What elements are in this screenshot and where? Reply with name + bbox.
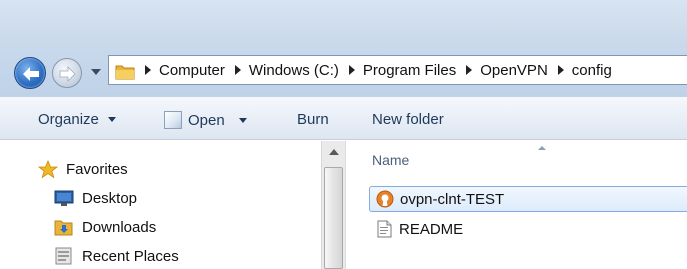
openvpn-config-icon [376, 190, 394, 208]
scroll-up-arrow-icon[interactable] [329, 149, 339, 155]
sort-ascending-icon [538, 146, 546, 150]
recent-places-icon [54, 247, 74, 265]
open-button[interactable]: Open [164, 111, 247, 129]
scrollbar-thumb[interactable] [324, 167, 343, 269]
breadcrumb-separator-icon[interactable] [348, 65, 355, 75]
nav-item-downloads[interactable]: Downloads [54, 218, 156, 236]
file-name: README [399, 220, 464, 238]
recent-places-label: Recent Places [82, 247, 179, 265]
text-document-icon [375, 220, 393, 238]
burn-label: Burn [297, 111, 329, 128]
back-button[interactable] [14, 57, 46, 89]
back-arrow-icon [23, 67, 39, 81]
forward-arrow-icon [59, 66, 76, 82]
desktop-label: Desktop [82, 189, 138, 207]
star-icon [37, 159, 59, 179]
window-title-bar [0, 0, 687, 48]
desktop-icon [54, 189, 74, 207]
favorites-label: Favorites [66, 160, 128, 178]
navigation-pane: Favorites Desktop Downloads Recent Place… [0, 141, 345, 269]
file-row-readme[interactable]: README [369, 216, 687, 242]
organize-button[interactable]: Organize [38, 111, 116, 128]
folder-icon [115, 62, 135, 80]
chevron-down-icon [238, 117, 247, 123]
new-folder-button[interactable]: New folder [372, 111, 444, 128]
breadcrumb-config[interactable]: config [572, 62, 612, 79]
organize-label: Organize [38, 111, 99, 128]
breadcrumb-openvpn[interactable]: OpenVPN [480, 62, 548, 79]
nav-item-favorites[interactable]: Favorites [37, 159, 128, 179]
downloads-folder-icon [54, 218, 74, 236]
file-row-ovpn-clnt-test[interactable]: ovpn-clnt-TEST [369, 186, 687, 212]
breadcrumb-computer[interactable]: Computer [159, 62, 225, 79]
file-name: ovpn-clnt-TEST [400, 190, 505, 208]
forward-button[interactable] [52, 58, 82, 88]
recent-pages-chevron-down-icon[interactable] [91, 69, 101, 75]
downloads-label: Downloads [82, 218, 157, 236]
chevron-down-icon [107, 117, 116, 122]
breadcrumb-separator-icon[interactable] [234, 65, 241, 75]
open-document-icon [164, 111, 182, 129]
breadcrumb-windows-c[interactable]: Windows (C:) [249, 62, 339, 79]
address-bar[interactable]: Computer Windows (C:) Program Files Open… [108, 55, 687, 85]
breadcrumb-program-files[interactable]: Program Files [363, 62, 456, 79]
breadcrumb-separator-icon[interactable] [557, 65, 564, 75]
nav-pane-scrollbar[interactable] [321, 141, 345, 269]
breadcrumb: Computer Windows (C:) Program Files Open… [135, 62, 612, 79]
breadcrumb-separator-icon[interactable] [466, 65, 473, 75]
nav-item-desktop[interactable]: Desktop [54, 189, 137, 207]
nav-item-recent-places[interactable]: Recent Places [54, 247, 179, 265]
breadcrumb-separator-icon[interactable] [145, 65, 151, 75]
column-header-name[interactable]: Name [372, 152, 409, 168]
command-bar: Organize Open Burn New folder [0, 96, 687, 140]
open-label: Open [188, 111, 225, 129]
burn-button[interactable]: Burn [297, 111, 329, 128]
new-folder-label: New folder [372, 111, 444, 128]
